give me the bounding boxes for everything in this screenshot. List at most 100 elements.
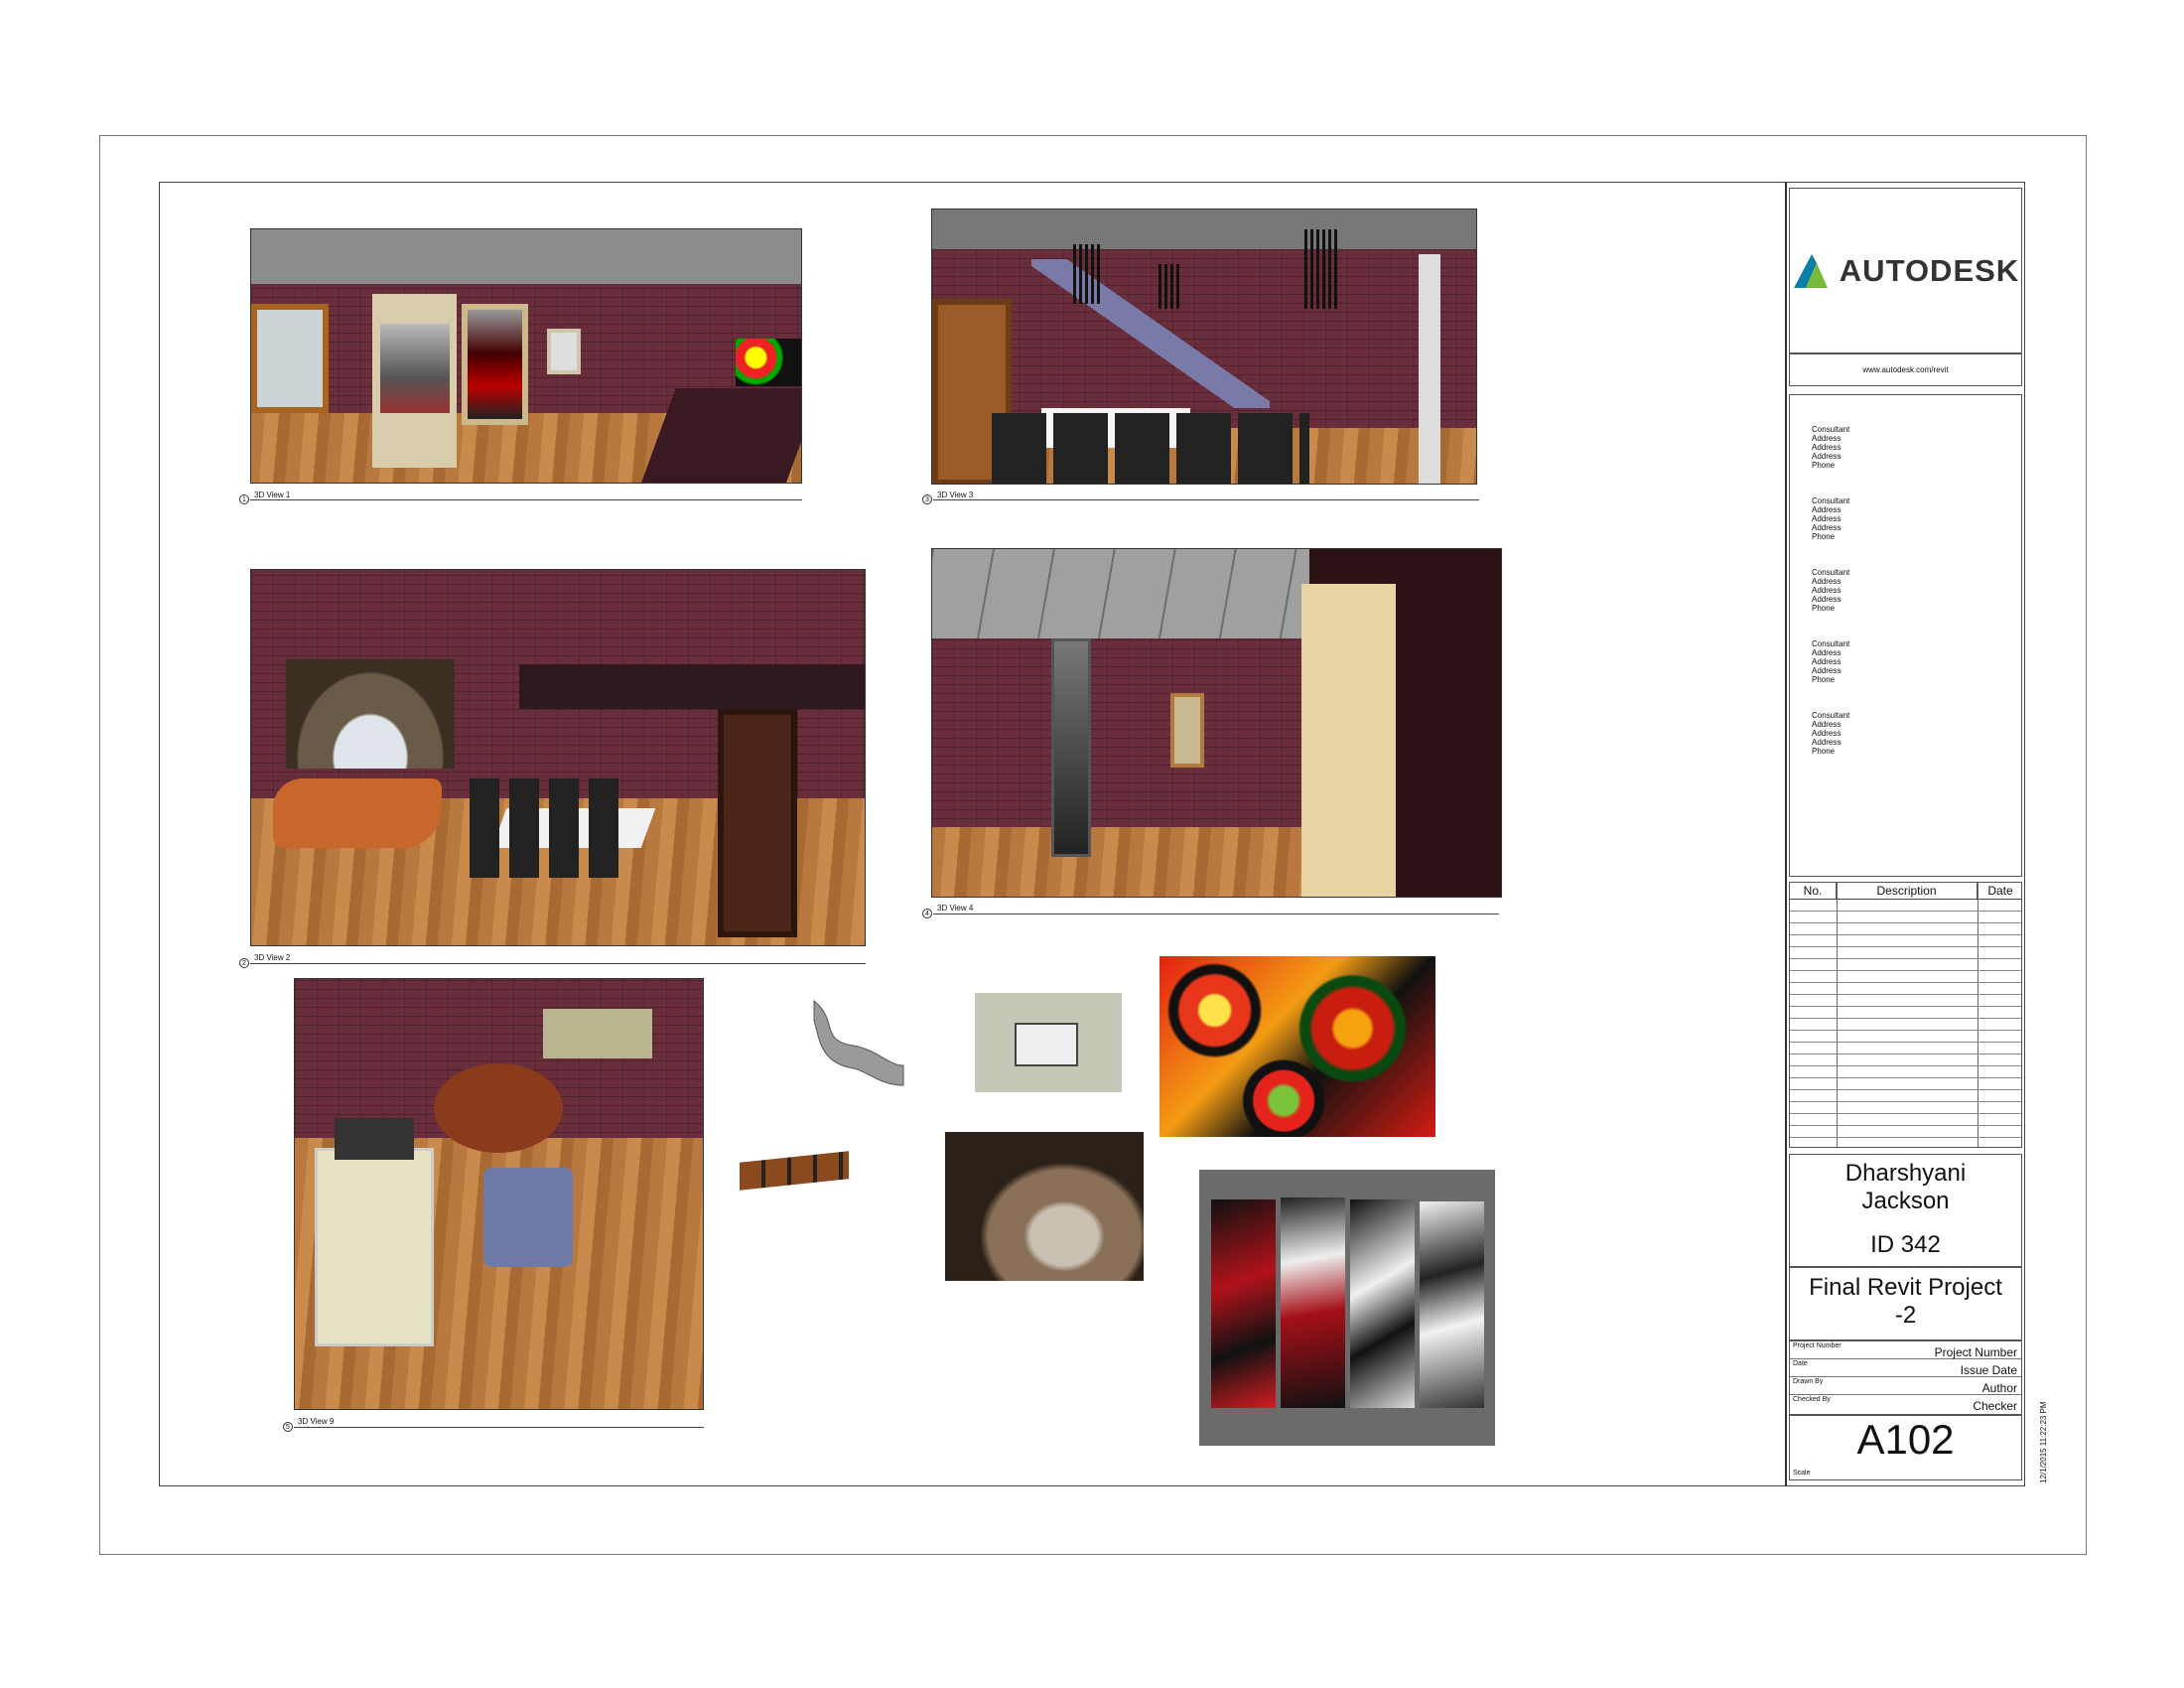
student-first-name: Dharshyani bbox=[1844, 1160, 1967, 1187]
view-2-label: 3D View 2 bbox=[254, 953, 291, 962]
consultant-line: Address bbox=[1812, 452, 1842, 461]
rev-header-no: No. bbox=[1790, 883, 1837, 899]
brand-name: AUTODESK bbox=[1839, 252, 2020, 288]
pendant-light bbox=[1073, 244, 1103, 304]
rev-row-line bbox=[1790, 970, 2021, 971]
meta-label: Project Number bbox=[1793, 1342, 1842, 1349]
pendant-light bbox=[1304, 229, 1340, 309]
column bbox=[1419, 254, 1440, 484]
canvas-panel-2 bbox=[1281, 1197, 1345, 1408]
meta-row-date: Date Issue Date bbox=[1790, 1359, 2021, 1377]
meta-label: Drawn By bbox=[1793, 1378, 1824, 1385]
consultant-line: Phone bbox=[1812, 675, 1836, 684]
canvas-panel-1 bbox=[1211, 1199, 1276, 1408]
consultant-title: Consultant bbox=[1812, 711, 1850, 720]
view-2-caption-line bbox=[250, 963, 866, 964]
arch-mural bbox=[286, 659, 455, 769]
url-cell: www.autodesk.com/revit bbox=[1789, 353, 2022, 386]
rev-row-line bbox=[1790, 1113, 2021, 1114]
view-9-label: 3D View 9 bbox=[298, 1417, 335, 1426]
consultant-line: Address bbox=[1812, 505, 1842, 514]
art-panel bbox=[1051, 638, 1091, 857]
rev-header-date: Date bbox=[1987, 884, 2013, 898]
credenza bbox=[740, 1151, 849, 1191]
consultant-block: Consultant Address Address Address Phone bbox=[1812, 425, 1849, 470]
meta-label: Checked By bbox=[1793, 1396, 1831, 1403]
3d-view-9 bbox=[294, 978, 704, 1410]
canvas-panel-3 bbox=[1350, 1199, 1415, 1408]
rev-row-line bbox=[1790, 1030, 2021, 1031]
rev-row-line bbox=[1790, 1137, 2021, 1138]
sheet-number: A102 bbox=[1856, 1416, 1955, 1463]
rev-row-line bbox=[1790, 958, 2021, 959]
upper-cabinets bbox=[543, 1009, 652, 1058]
student-id: ID 342 bbox=[1870, 1231, 1941, 1258]
meta-value: Author bbox=[1981, 1381, 2017, 1395]
window bbox=[1170, 693, 1204, 768]
consultant-line: Address bbox=[1812, 738, 1842, 747]
rev-row-line bbox=[1790, 1042, 2021, 1043]
rev-row-line bbox=[1790, 1065, 2021, 1066]
meta-row-drawn-by: Drawn By Author bbox=[1790, 1377, 2021, 1395]
credenza-thumbnail bbox=[740, 1147, 851, 1192]
city-painting bbox=[380, 324, 450, 413]
rev-header-description: Description bbox=[1837, 883, 1978, 899]
cabinet bbox=[315, 1148, 434, 1346]
abstract-swirl-art bbox=[1160, 956, 1435, 1137]
rev-row-line bbox=[1790, 1054, 2021, 1055]
arch-street-photo bbox=[945, 1132, 1144, 1281]
mezzanine bbox=[519, 664, 865, 709]
cream-partition bbox=[1301, 584, 1396, 897]
dining-chairs bbox=[470, 778, 628, 878]
consultant-line: Address bbox=[1812, 443, 1842, 452]
consultants-cell: Consultant Address Address Address Phone Con… bbox=[1789, 394, 2022, 877]
consultant-block: Consultant Address Address Address Phone bbox=[1812, 568, 1849, 613]
consultant-line: Phone bbox=[1812, 747, 1836, 756]
reception-desk bbox=[273, 778, 442, 848]
view-1-label: 3D View 1 bbox=[254, 491, 291, 499]
rev-row-line bbox=[1790, 1018, 2021, 1019]
consultant-line: Address bbox=[1812, 648, 1842, 657]
view-4-number: 4 bbox=[922, 909, 932, 918]
3d-view-1 bbox=[250, 228, 802, 484]
consultant-line: Address bbox=[1812, 586, 1842, 595]
window bbox=[251, 304, 329, 413]
consultant-block: Consultant Address Address Address Phone bbox=[1812, 711, 1849, 756]
consultant-title: Consultant bbox=[1812, 568, 1850, 577]
desk bbox=[1015, 1023, 1078, 1066]
rev-row-line bbox=[1790, 1125, 2021, 1126]
view-1-caption-line bbox=[250, 499, 802, 500]
logo-cell: AUTODESK bbox=[1789, 188, 2022, 353]
four-panel-canvas-art bbox=[1199, 1170, 1495, 1446]
pendant-light bbox=[1159, 264, 1180, 309]
consultant-line: Address bbox=[1812, 595, 1842, 604]
meta-cell: Project Number Project Number Date Issue… bbox=[1789, 1340, 2022, 1415]
meta-label: Date bbox=[1793, 1360, 1808, 1367]
rev-row-line bbox=[1790, 1089, 2021, 1090]
consultant-title: Consultant bbox=[1812, 425, 1850, 434]
meta-value: Project Number bbox=[1934, 1345, 2017, 1359]
rev-row-line bbox=[1790, 994, 2021, 995]
consultant-block: Consultant Address Address Address Phone bbox=[1812, 496, 1849, 541]
3d-view-2 bbox=[250, 569, 866, 946]
small-window bbox=[547, 329, 581, 374]
consultant-title: Consultant bbox=[1812, 639, 1850, 648]
meta-row-project-number: Project Number Project Number bbox=[1790, 1341, 2021, 1359]
rev-row-line bbox=[1790, 1101, 2021, 1102]
meta-row-checked-by: Checked By Checker bbox=[1790, 1395, 2021, 1413]
printer bbox=[335, 1118, 414, 1160]
consultant-line: Address bbox=[1812, 577, 1842, 586]
consultant-block: Consultant Address Address Address Phone bbox=[1812, 639, 1849, 684]
rev-row-line bbox=[1790, 911, 2021, 912]
door bbox=[718, 709, 797, 937]
pendant-lamp bbox=[434, 1063, 563, 1153]
consultant-line: Address bbox=[1812, 729, 1842, 738]
rev-row-line bbox=[1790, 1077, 2021, 1078]
print-timestamp: 12/1/2015 11:22:23 PM bbox=[2039, 1401, 2048, 1483]
consultant-line: Address bbox=[1812, 523, 1842, 532]
meta-value: Checker bbox=[1973, 1399, 2017, 1413]
student-cell: Dharshyani Jackson ID 342 bbox=[1789, 1154, 2022, 1267]
consultant-line: Address bbox=[1812, 666, 1842, 675]
autodesk-logo-icon bbox=[1793, 253, 1828, 288]
consultant-line: Address bbox=[1812, 514, 1842, 523]
